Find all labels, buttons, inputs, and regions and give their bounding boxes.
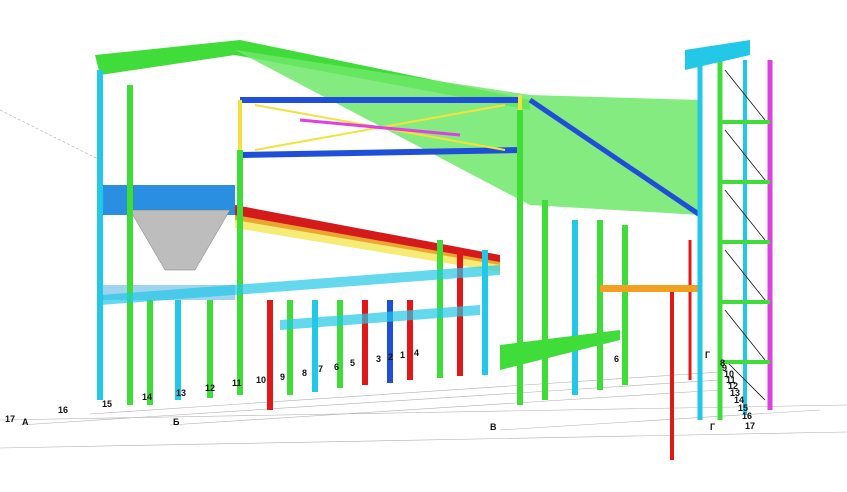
row-label: 11 [232, 378, 242, 388]
steel-structure-3d-model: 17 16 15 14 13 12 11 10 9 8 7 6 5 3 2 1 … [0, 40, 847, 460]
row-label: 13 [176, 388, 186, 398]
row-label: 16 [58, 405, 68, 415]
axis-label: В [490, 422, 497, 432]
row-label: 3 [376, 354, 381, 364]
axis-label: Б [173, 417, 180, 427]
grid-labels-axes: А Б В Г Г [22, 350, 715, 432]
row-label: 17 [5, 414, 15, 424]
row-label: 17 [745, 421, 755, 431]
row-label: 4 [414, 348, 419, 358]
row-label: 8 [302, 368, 307, 378]
row-label: 6 [614, 354, 619, 364]
stair-tower [685, 40, 773, 420]
row-label: 12 [205, 383, 215, 393]
left-hopper-deck [100, 185, 235, 300]
row-label: 5 [350, 358, 355, 368]
row-label: 9 [280, 372, 285, 382]
axis-label: Г [705, 350, 710, 360]
row-label: 8 [720, 358, 725, 368]
row-label: 14 [142, 392, 152, 402]
axis-label: А [22, 417, 29, 427]
row-label: 2 [388, 352, 393, 362]
row-label: 6 [334, 362, 339, 372]
row-label: 7 [318, 364, 323, 374]
row-label: 10 [256, 375, 266, 385]
axis-label: Г [710, 422, 715, 432]
row-label: 15 [102, 399, 112, 409]
row-label: 1 [400, 350, 405, 360]
